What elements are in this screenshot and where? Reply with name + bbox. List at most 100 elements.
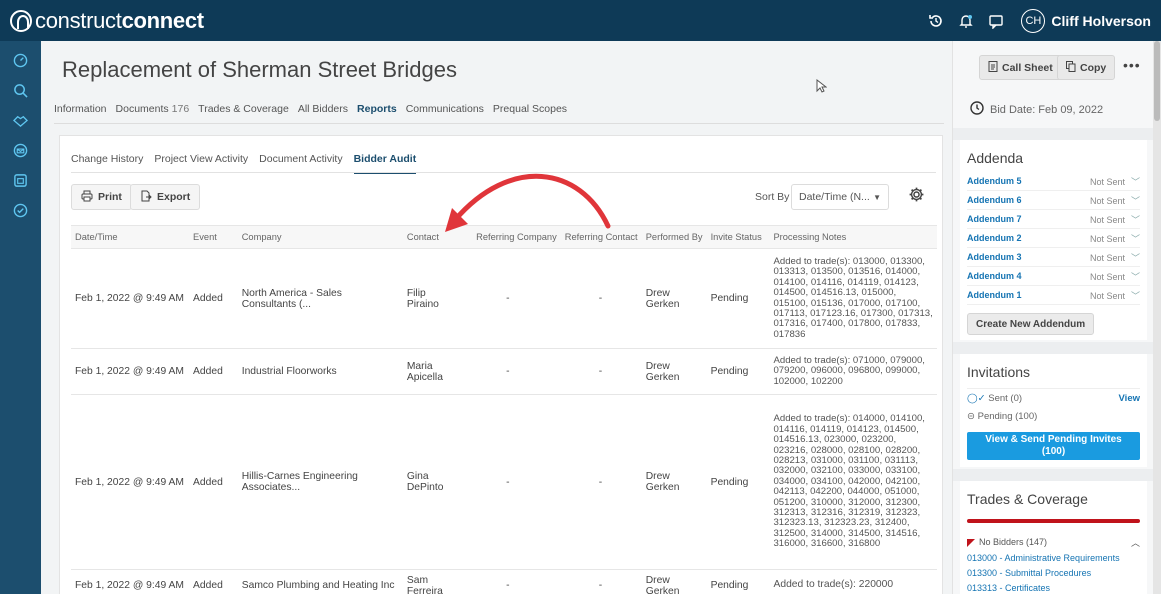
user-avatar[interactable]: CH	[1021, 8, 1046, 33]
chevron-down-icon[interactable]: ﹀	[1131, 272, 1140, 282]
column-header-invite-status[interactable]: Invite Status	[706, 225, 770, 249]
column-header-performed-by[interactable]: Performed By	[641, 225, 707, 249]
top-bar: construct connect CH Cliff Holverson	[0, 0, 1161, 41]
pending-circle-icon: ⊝	[967, 411, 975, 422]
cell-datetime: Feb 1, 2022 @ 9:49 AM	[71, 248, 190, 349]
search-icon[interactable]	[0, 75, 41, 105]
export-button[interactable]: Export	[130, 184, 201, 210]
tabs-divider	[54, 123, 944, 124]
cell-invite-status: Pending	[706, 348, 770, 395]
chevron-down-icon[interactable]: ﹀	[1131, 196, 1140, 206]
cell-company[interactable]: Industrial Floorworks	[237, 348, 403, 395]
chevron-down-icon[interactable]: ﹀	[1131, 291, 1140, 301]
handshake-icon[interactable]	[0, 105, 41, 135]
table-header-row: Date/Time Event Company Contact Referrin…	[71, 225, 937, 249]
calendar-icon[interactable]	[0, 165, 41, 195]
chevron-down-icon[interactable]: ﹀	[1131, 177, 1140, 187]
subtab-document-activity[interactable]: Document Activity	[259, 153, 342, 165]
view-send-pending-invites-button[interactable]: View & Send Pending Invites (100)	[967, 432, 1140, 460]
column-header-datetime[interactable]: Date/Time	[71, 225, 190, 249]
list-item[interactable]: Addendum 2 Not Sent ﹀	[967, 229, 1140, 248]
gear-icon[interactable]	[908, 186, 925, 208]
print-button[interactable]: Print	[71, 184, 132, 210]
list-item[interactable]: Addendum 3 Not Sent ﹀	[967, 248, 1140, 267]
create-new-addendum-button[interactable]: Create New Addendum	[967, 313, 1095, 335]
table-row: Feb 1, 2022 @ 9:49 AM Added Industrial F…	[71, 348, 937, 395]
cell-contact[interactable]: Filip Piraino	[402, 248, 473, 349]
sort-by-select[interactable]: Date/Time (N... ▼	[791, 184, 889, 210]
tab-trades-coverage[interactable]: Trades & Coverage	[198, 103, 289, 123]
messages-icon[interactable]	[981, 0, 1011, 41]
subtab-bidder-audit[interactable]: Bidder Audit	[353, 153, 416, 174]
more-options-icon[interactable]: •••	[1123, 57, 1141, 73]
page-scrollbar[interactable]	[1153, 41, 1161, 594]
subtab-change-history[interactable]: Change History	[71, 153, 143, 165]
column-header-event[interactable]: Event	[189, 225, 238, 249]
cell-contact[interactable]: Sam Ferreira	[402, 569, 473, 594]
list-item[interactable]: Addendum 5 Not Sent ﹀	[967, 172, 1140, 191]
column-header-company[interactable]: Company	[237, 225, 403, 249]
cell-performed-by: Drew Gerken	[641, 394, 707, 570]
trade-link[interactable]: 013000 - Administrative Requirements	[967, 553, 1140, 568]
sort-by-label: Sort By	[755, 191, 790, 203]
constructconnect-logo[interactable]: construct connect	[10, 8, 204, 34]
cell-company[interactable]: Samco Plumbing and Heating Inc	[237, 569, 403, 594]
mail-icon[interactable]	[0, 135, 41, 165]
chevron-down-icon[interactable]: ﹀	[1131, 253, 1140, 263]
history-icon[interactable]	[921, 0, 951, 41]
cell-contact[interactable]: Maria Apicella	[402, 348, 473, 395]
coverage-bar	[967, 519, 1140, 523]
table-row: Feb 1, 2022 @ 9:49 AM Added Samco Plumbi…	[71, 569, 937, 594]
addenda-card: Addenda Addendum 5 Not Sent ﹀ Addendum 6 No…	[960, 140, 1147, 340]
mouse-pointer-icon	[816, 78, 828, 96]
tab-communications[interactable]: Communications	[406, 103, 484, 123]
call-sheet-button[interactable]: Call Sheet	[979, 55, 1062, 80]
cell-processing-notes: Added to trade(s): 014000, 014100, 01411…	[769, 394, 937, 570]
tab-all-bidders[interactable]: All Bidders	[298, 103, 348, 123]
chevron-up-icon[interactable]: ︿	[1131, 536, 1140, 549]
project-tabs: Information Documents 176 Trades & Covera…	[54, 103, 576, 123]
cell-processing-notes: Added to trade(s): 071000, 079000, 07920…	[769, 348, 937, 395]
subtabs-divider	[71, 172, 936, 173]
cell-referring-contact: -	[560, 569, 642, 594]
right-panel: Call Sheet Copy ••• Bid Date: Feb 09, 20…	[952, 41, 1154, 594]
cell-company[interactable]: Hillis-Carnes Engineering Associates...	[237, 394, 403, 570]
tab-prequal-scopes[interactable]: Prequal Scopes	[493, 103, 567, 123]
notifications-bell-icon[interactable]	[951, 0, 981, 41]
tab-documents[interactable]: Documents 176	[116, 103, 190, 123]
export-icon	[140, 190, 152, 205]
tab-reports[interactable]: Reports	[357, 103, 397, 123]
copy-button[interactable]: Copy	[1057, 55, 1116, 80]
trade-link[interactable]: 013313 - Certificates	[967, 583, 1140, 594]
left-nav-rail	[0, 41, 41, 594]
cell-invite-status: Pending	[706, 569, 770, 594]
column-header-processing-notes[interactable]: Processing Notes	[769, 225, 937, 249]
tab-information[interactable]: Information	[54, 103, 107, 123]
invitations-card: Invitations ◯✓ Sent (0) View ⊝ Pending (…	[960, 354, 1147, 467]
scrollbar-thumb[interactable]	[1154, 41, 1160, 121]
chevron-down-icon[interactable]: ﹀	[1131, 234, 1140, 244]
list-item[interactable]: Addendum 7 Not Sent ﹀	[967, 210, 1140, 229]
addenda-title: Addenda	[967, 150, 1024, 166]
subtab-project-view-activity[interactable]: Project View Activity	[154, 153, 248, 165]
list-item[interactable]: Addendum 4 Not Sent ﹀	[967, 267, 1140, 286]
list-item[interactable]: Addendum 6 Not Sent ﹀	[967, 191, 1140, 210]
chevron-down-icon[interactable]: ﹀	[1131, 215, 1140, 225]
check-circle-icon: ◯✓	[967, 392, 986, 404]
column-header-referring-company[interactable]: Referring Company	[472, 225, 561, 249]
clock-icon	[970, 101, 984, 118]
column-header-referring-contact[interactable]: Referring Contact	[560, 225, 642, 249]
cell-contact[interactable]: Gina DePinto	[402, 394, 473, 570]
red-flag-icon	[967, 538, 975, 547]
view-sent-link[interactable]: View	[1119, 393, 1140, 404]
user-name[interactable]: Cliff Holverson	[1051, 13, 1151, 29]
dashboard-icon[interactable]	[0, 45, 41, 75]
column-header-contact[interactable]: Contact	[402, 225, 473, 249]
cell-company[interactable]: North America - Sales Consultants (...	[237, 248, 403, 349]
cell-referring-contact: -	[560, 348, 642, 395]
trade-link[interactable]: 013300 - Submittal Procedures	[967, 568, 1140, 583]
shield-check-icon[interactable]	[0, 195, 41, 225]
no-bidders-group[interactable]: No Bidders (147) ︿	[967, 533, 1140, 551]
cell-datetime: Feb 1, 2022 @ 9:49 AM	[71, 348, 190, 395]
list-item[interactable]: Addendum 1 Not Sent ﹀	[967, 286, 1140, 305]
